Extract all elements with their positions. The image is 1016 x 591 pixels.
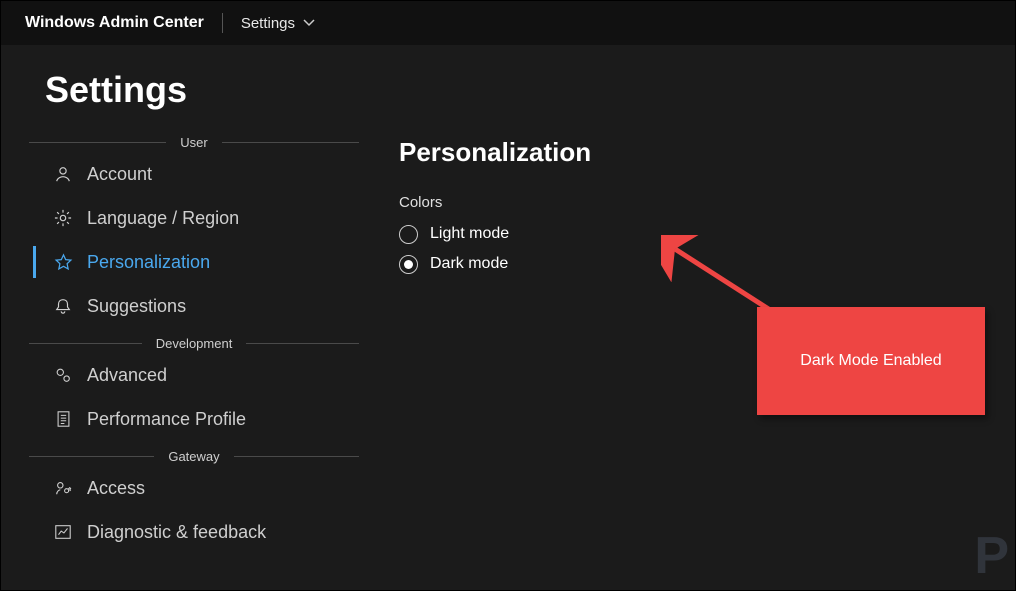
nav-label: Performance Profile <box>87 409 246 430</box>
nav-label: Account <box>87 164 152 185</box>
section-label: Gateway <box>154 449 233 464</box>
document-icon <box>53 409 73 429</box>
watermark-logo: P <box>974 526 1009 586</box>
chart-icon <box>53 522 73 542</box>
radio-icon-selected <box>399 255 418 274</box>
radio-dark-mode[interactable]: Dark mode <box>399 249 1015 279</box>
sidebar-item-suggestions[interactable]: Suggestions <box>29 284 359 328</box>
topbar-divider <box>222 13 223 33</box>
nav-label: Personalization <box>87 252 210 273</box>
section-header-gateway: Gateway <box>29 449 359 464</box>
radio-light-mode[interactable]: Light mode <box>399 219 1015 249</box>
key-person-icon <box>53 478 73 498</box>
nav-label: Advanced <box>87 365 167 386</box>
breadcrumb-label: Settings <box>241 15 295 32</box>
nav-label: Access <box>87 478 145 499</box>
sidebar-item-account[interactable]: Account <box>29 152 359 196</box>
section-label: User <box>166 135 221 150</box>
top-bar: Windows Admin Center Settings <box>1 1 1015 45</box>
sidebar-item-performance-profile[interactable]: Performance Profile <box>29 397 359 441</box>
person-icon <box>53 164 73 184</box>
sidebar-item-personalization[interactable]: Personalization <box>29 240 359 284</box>
bell-icon <box>53 296 73 316</box>
radio-icon <box>399 225 418 244</box>
star-icon <box>53 252 73 272</box>
sidebar: User Account Language / Region Personali… <box>29 117 359 554</box>
radio-label: Light mode <box>430 225 509 243</box>
gear-icon <box>53 208 73 228</box>
radio-label: Dark mode <box>430 255 508 273</box>
sidebar-item-access[interactable]: Access <box>29 466 359 510</box>
breadcrumb-settings[interactable]: Settings <box>241 15 315 32</box>
gears-icon <box>53 365 73 385</box>
section-header-user: User <box>29 135 359 150</box>
callout-box: Dark Mode Enabled <box>757 307 985 415</box>
sidebar-item-advanced[interactable]: Advanced <box>29 353 359 397</box>
app-title: Windows Admin Center <box>25 14 204 32</box>
callout-text: Dark Mode Enabled <box>800 352 941 370</box>
sidebar-item-diagnostic-feedback[interactable]: Diagnostic & feedback <box>29 510 359 554</box>
nav-label: Diagnostic & feedback <box>87 522 266 543</box>
nav-label: Suggestions <box>87 296 186 317</box>
sidebar-item-language-region[interactable]: Language / Region <box>29 196 359 240</box>
page-title: Settings <box>1 45 1015 117</box>
section-header-development: Development <box>29 336 359 351</box>
nav-label: Language / Region <box>87 208 239 229</box>
section-label: Development <box>142 336 247 351</box>
main-title: Personalization <box>399 137 1015 168</box>
chevron-down-icon <box>303 19 315 27</box>
colors-group-label: Colors <box>399 194 1015 211</box>
